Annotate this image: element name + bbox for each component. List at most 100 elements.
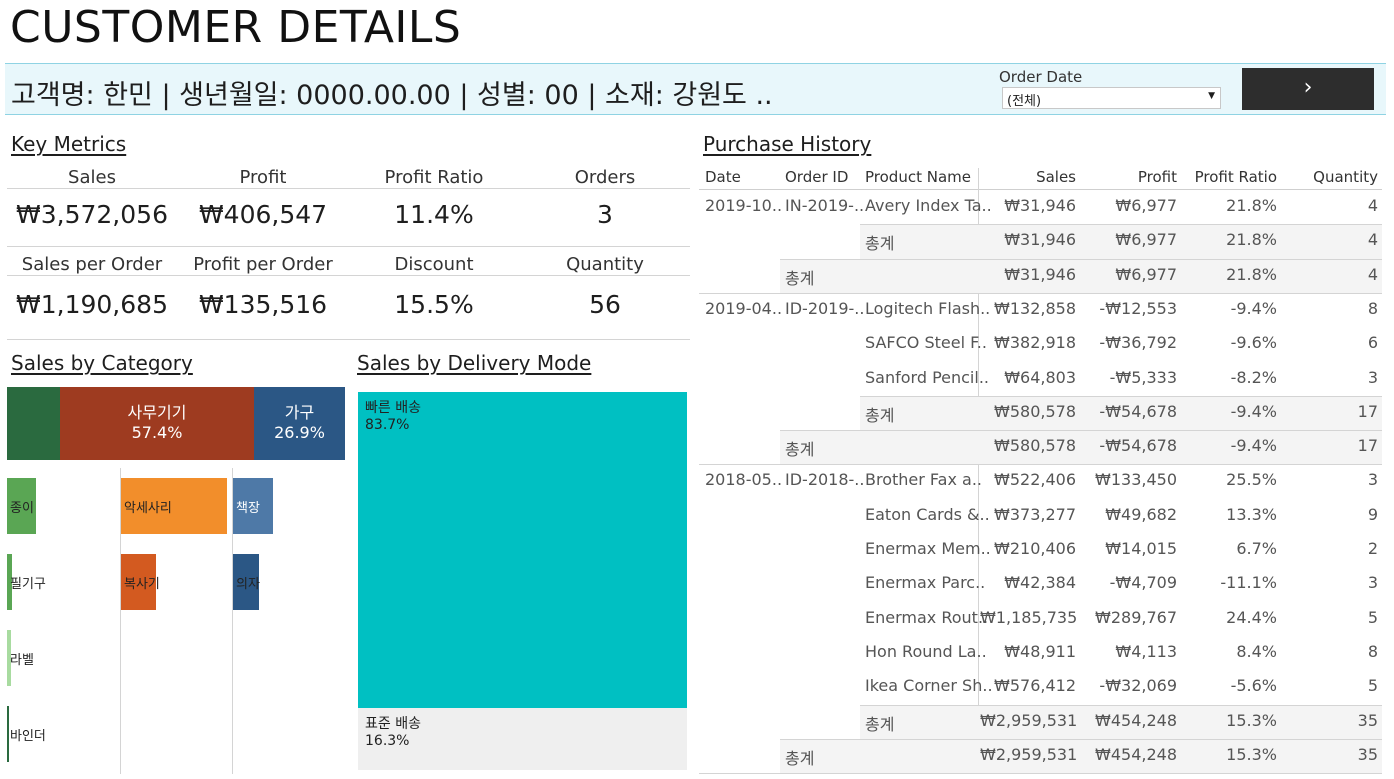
table-cell: ₩1,185,735 — [980, 608, 1078, 627]
delivery-block-fast[interactable]: 빠른 배송 83.7% — [358, 392, 687, 708]
order-date-value: (전체) — [1007, 94, 1042, 109]
table-cell: ₩522,406 — [994, 470, 1076, 489]
table-cell: ₩132,858 — [994, 299, 1076, 318]
metric-value-discount: 15.5% — [394, 290, 474, 319]
table-cell: 15.3% — [1226, 711, 1277, 730]
metric-label-profit: Profit — [239, 167, 287, 188]
table-cell: -8.2% — [1230, 368, 1277, 387]
table-cell: Enermax Rout.. — [865, 608, 989, 627]
table-cell: ₩289,767 — [1095, 608, 1177, 627]
table-cell: 2019-04.. — [705, 299, 783, 318]
table-cell: 21.8% — [1226, 230, 1277, 249]
table-cell: 4 — [1367, 265, 1378, 284]
delivery-pct: 16.3% — [365, 733, 410, 749]
table-cell: ID-2018-.. — [785, 470, 865, 489]
subcategory-label: 필기구 — [10, 577, 46, 592]
header-sales: Sales — [1036, 168, 1076, 186]
table-cell: 2018-05.. — [705, 470, 783, 489]
table-cell: IN-2019-.. — [785, 196, 865, 215]
subcategory-bar-binders[interactable] — [7, 706, 9, 762]
table-cell: SAFCO Steel F.. — [865, 333, 987, 352]
delivery-block-standard[interactable]: 표준 배송 16.3% — [358, 708, 687, 770]
divider — [7, 188, 690, 189]
metric-value-profit-ratio: 11.4% — [394, 200, 474, 229]
header-divider — [699, 189, 1382, 190]
table-cell: 13.3% — [1226, 505, 1277, 524]
row-divider — [860, 224, 1382, 225]
table-cell: 15.3% — [1226, 745, 1277, 764]
delivery-name: 빠른 배송 — [365, 400, 421, 416]
delivery-pct: 83.7% — [365, 417, 410, 433]
table-cell: -5.6% — [1230, 676, 1277, 695]
table-cell: Logitech Flash.. — [865, 299, 991, 318]
row-divider — [780, 430, 1382, 431]
table-cell: ₩6,977 — [1115, 196, 1177, 215]
row-divider — [860, 705, 1382, 706]
table-cell: ₩2,959,531 — [980, 711, 1078, 730]
table-cell: 6.7% — [1236, 539, 1277, 558]
table-cell: ₩210,406 — [994, 539, 1076, 558]
table-cell: ₩373,277 — [994, 505, 1076, 524]
header-profit-ratio: Profit Ratio — [1194, 168, 1277, 186]
header-product-name: Product Name — [865, 168, 971, 186]
table-cell: -₩12,553 — [1099, 299, 1177, 318]
category-block-furniture[interactable]: 가구 26.9% — [254, 387, 345, 460]
table-cell: ₩4,113 — [1115, 642, 1177, 661]
table-cell: 2019-10.. — [705, 196, 783, 215]
table-cell: 총계 — [865, 715, 895, 734]
table-cell: Ikea Corner Sh.. — [865, 676, 993, 695]
metric-label-orders: Orders — [574, 167, 636, 188]
table-cell: ₩48,911 — [1004, 642, 1076, 661]
sales-by-category-title: Sales by Category — [11, 351, 193, 375]
table-cell: ₩31,946 — [1004, 230, 1076, 249]
metric-label-profit-per-order: Profit per Order — [193, 254, 333, 275]
divider — [7, 275, 690, 276]
table-cell: -9.6% — [1230, 333, 1277, 352]
table-cell: 총계 — [865, 234, 895, 253]
table-cell: Sanford Pencil.. — [865, 368, 989, 387]
table-cell: 35 — [1357, 745, 1378, 764]
row-divider — [860, 396, 1382, 397]
table-cell: ID-2019-.. — [785, 299, 865, 318]
table-cell: 총계 — [785, 269, 815, 288]
table-cell: Avery Index Ta.. — [865, 196, 992, 215]
table-cell: -9.4% — [1230, 299, 1277, 318]
next-page-button[interactable]: › — [1242, 68, 1374, 110]
table-cell: 4 — [1367, 196, 1378, 215]
metric-value-orders: 3 — [597, 200, 613, 229]
table-cell: -11.1% — [1220, 573, 1277, 592]
metric-value-quantity: 56 — [589, 290, 621, 319]
header-quantity: Quantity — [1313, 168, 1378, 186]
category-block-office-supplies[interactable] — [7, 387, 60, 460]
table-cell: ₩6,977 — [1115, 265, 1177, 284]
header-date: Date — [705, 168, 741, 186]
category-block-technology[interactable]: 사무기기 57.4% — [60, 387, 254, 460]
table-cell: ₩454,248 — [1095, 711, 1177, 730]
table-cell: 25.5% — [1226, 470, 1277, 489]
divider — [7, 246, 690, 247]
category-name: 사무기기 — [127, 403, 187, 422]
table-cell: ₩580,578 — [994, 436, 1076, 455]
table-cell: 3 — [1367, 368, 1378, 387]
table-cell: ₩2,959,531 — [980, 745, 1078, 764]
delivery-name: 표준 배송 — [365, 716, 421, 732]
table-cell: 8 — [1367, 299, 1378, 318]
table-cell: 8 — [1367, 642, 1378, 661]
order-date-select[interactable]: (전체) ▼ — [1002, 87, 1221, 109]
metric-label-profit-ratio: Profit Ratio — [384, 167, 484, 188]
table-cell: ₩42,384 — [1004, 573, 1076, 592]
category-pct: 57.4% — [131, 423, 183, 442]
table-cell: -₩5,333 — [1109, 368, 1177, 387]
metric-label-sales-per-order: Sales per Order — [21, 254, 163, 275]
table-cell: 9 — [1367, 505, 1378, 524]
header-order-id: Order ID — [785, 168, 849, 186]
metric-value-profit: ₩406,547 — [198, 200, 328, 229]
table-cell: -₩36,792 — [1099, 333, 1177, 352]
table-cell: ₩31,946 — [1004, 265, 1076, 284]
customer-info: 고객명: 한민 | 생년월일: 0000.00.00 | 성별: 00 | 소재… — [11, 80, 773, 111]
table-cell: ₩14,015 — [1105, 539, 1177, 558]
table-cell: 21.8% — [1226, 196, 1277, 215]
table-cell: -9.4% — [1230, 402, 1277, 421]
table-cell: ₩49,682 — [1105, 505, 1177, 524]
table-cell: ₩31,946 — [1004, 196, 1076, 215]
